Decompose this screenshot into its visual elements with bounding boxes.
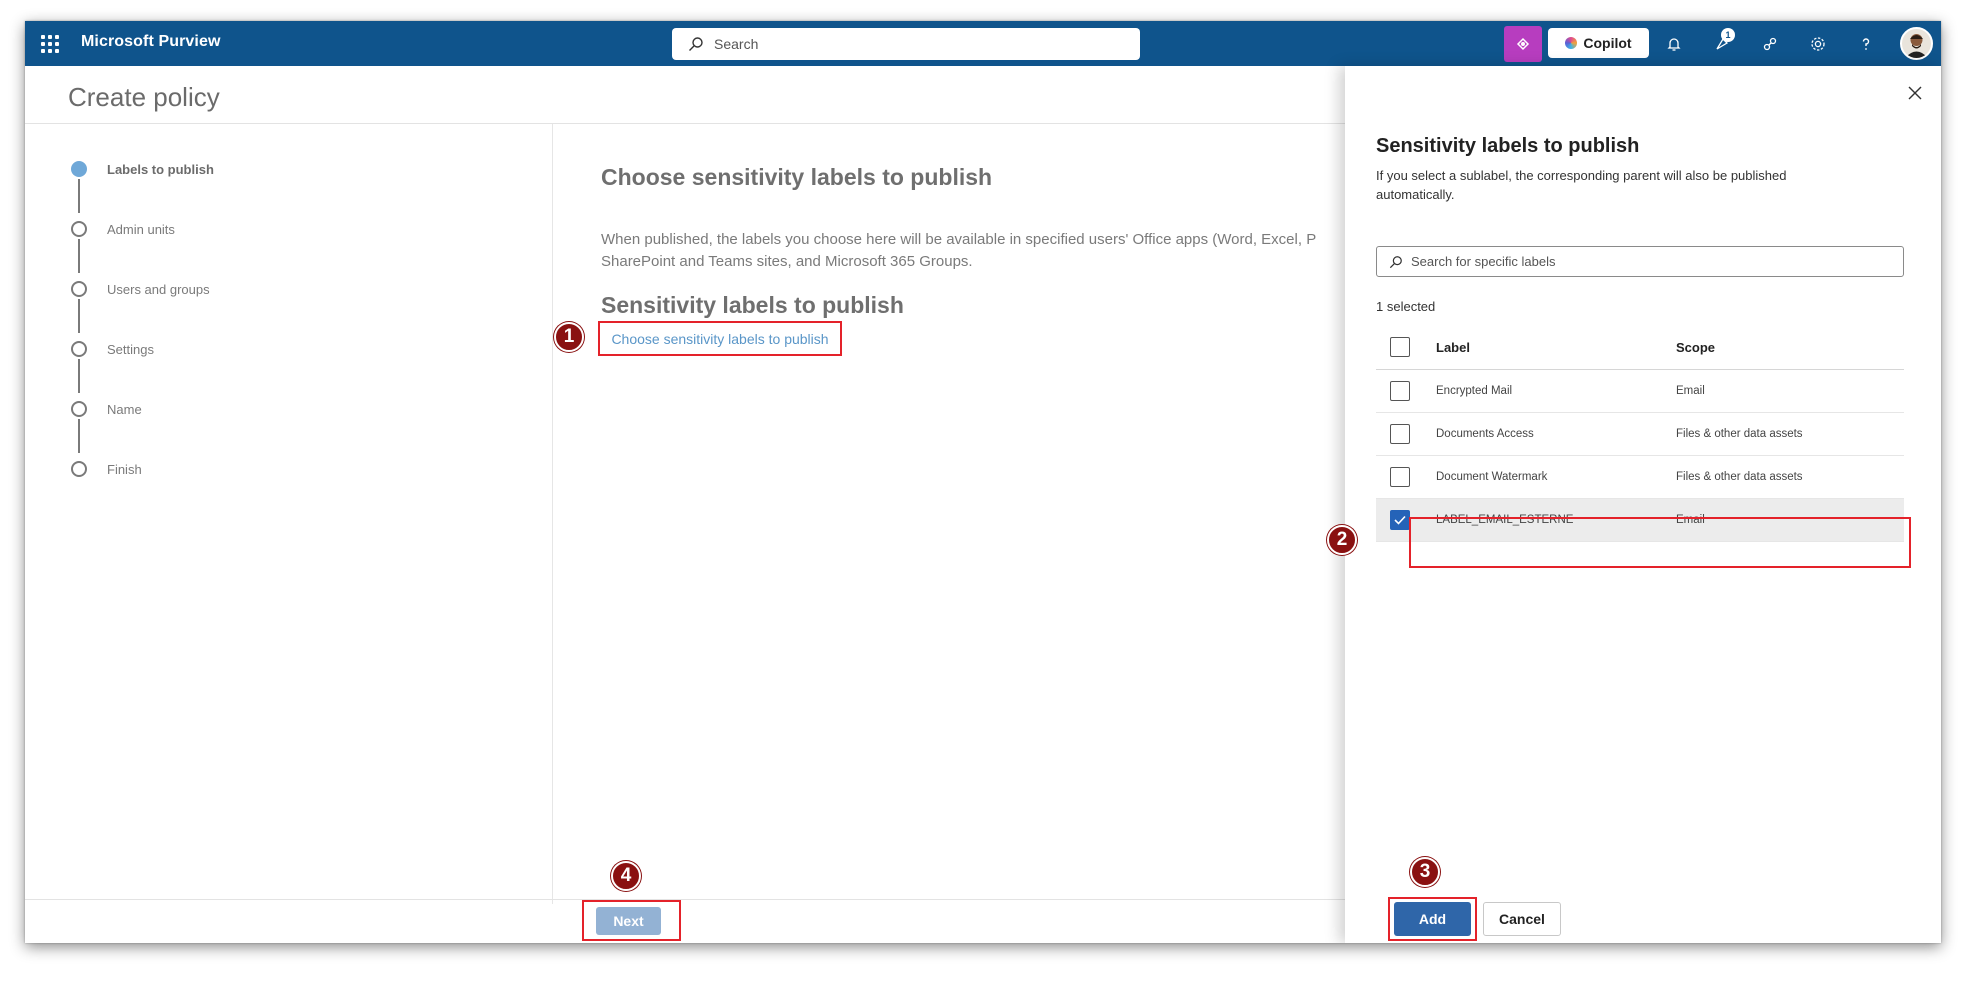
callout-marker-4: 4 [611, 861, 641, 891]
select-all-checkbox[interactable] [1390, 337, 1410, 357]
connections-icon[interactable] [1757, 31, 1783, 57]
add-button[interactable]: Add [1394, 902, 1471, 936]
top-bar: Microsoft Purview Search Copilot 1 [25, 21, 1941, 66]
table-row-selected[interactable]: LABEL_EMAIL_ESTERNE Email [1376, 499, 1904, 542]
app-window: Microsoft Purview Search Copilot 1 Creat… [25, 21, 1941, 943]
row-scope: Email [1676, 385, 1705, 397]
table-row[interactable]: Documents Access Files & other data asse… [1376, 413, 1904, 456]
step-dot-icon [71, 401, 87, 417]
row-label: Encrypted Mail [1436, 385, 1513, 397]
callout-marker-1: 1 [554, 322, 584, 352]
next-button[interactable]: Next [596, 907, 661, 935]
main-heading: Choose sensitivity labels to publish [601, 164, 993, 190]
section-heading: Sensitivity labels to publish [601, 292, 904, 318]
close-icon[interactable] [1903, 81, 1927, 105]
step-connector [78, 239, 80, 273]
cancel-button[interactable]: Cancel [1483, 902, 1561, 936]
step-connector [78, 179, 80, 213]
step-dot-icon [71, 221, 87, 237]
row-checkbox-checked[interactable] [1390, 510, 1410, 530]
step-connector [78, 359, 80, 393]
row-label: Document Watermark [1436, 471, 1548, 483]
panel-description: If you select a sublabel, the correspond… [1376, 168, 1787, 202]
global-search-input[interactable]: Search [672, 28, 1140, 60]
step-labels-to-publish[interactable]: Labels to publish [71, 161, 214, 177]
choose-labels-link[interactable]: Choose sensitivity labels to publish [598, 321, 842, 356]
step-dot-icon [71, 341, 87, 357]
search-icon [1389, 255, 1402, 268]
step-users-and-groups[interactable]: Users and groups [71, 281, 210, 297]
main-description: When published, the labels you choose he… [601, 231, 1316, 270]
label-search-placeholder: Search for specific labels [1411, 254, 1556, 269]
step-label: Finish [107, 461, 142, 477]
column-header-label[interactable]: Label [1436, 340, 1470, 355]
help-icon[interactable] [1853, 31, 1879, 57]
step-active-dot-icon [71, 161, 87, 177]
copilot-button[interactable]: Copilot [1548, 28, 1649, 58]
panel-title: Sensitivity labels to publish [1376, 135, 1640, 157]
search-placeholder: Search [714, 36, 759, 52]
step-label: Settings [107, 341, 154, 357]
row-label: Documents Access [1436, 428, 1534, 440]
row-scope: Files & other data assets [1676, 428, 1803, 440]
table-row[interactable]: Encrypted Mail Email [1376, 370, 1904, 413]
row-scope: Email [1676, 514, 1705, 526]
stepper-divider [552, 124, 553, 904]
step-label: Admin units [107, 221, 175, 237]
row-checkbox[interactable] [1390, 381, 1410, 401]
checkmark-icon [1394, 515, 1406, 525]
add-button-highlight: Add [1388, 897, 1477, 941]
next-button-highlight: Next [582, 900, 681, 941]
app-title[interactable]: Microsoft Purview [81, 33, 221, 51]
whats-new-icon[interactable]: 1 [1709, 28, 1735, 57]
step-settings[interactable]: Settings [71, 341, 154, 357]
label-search-input[interactable]: Search for specific labels [1376, 246, 1904, 277]
row-label: LABEL_EMAIL_ESTERNE [1436, 514, 1574, 526]
callout-marker-2: 2 [1327, 525, 1357, 555]
row-checkbox[interactable] [1390, 424, 1410, 444]
step-finish[interactable]: Finish [71, 461, 142, 477]
table-row[interactable]: Document Watermark Files & other data as… [1376, 456, 1904, 499]
step-dot-icon [71, 461, 87, 477]
row-checkbox[interactable] [1390, 467, 1410, 487]
column-header-scope[interactable]: Scope [1676, 340, 1715, 355]
table-header-row: Label Scope [1376, 325, 1904, 370]
callout-marker-3: 3 [1410, 857, 1440, 887]
step-label: Labels to publish [107, 161, 214, 177]
selected-count: 1 selected [1376, 299, 1436, 314]
notifications-bell-icon[interactable] [1661, 31, 1687, 57]
page-title: Create policy [68, 82, 220, 112]
search-icon [689, 37, 703, 51]
footer-divider [25, 899, 1345, 900]
labels-table: Label Scope Encrypted Mail Email Documen… [1376, 325, 1904, 542]
notification-badge: 1 [1721, 28, 1735, 42]
row-scope: Files & other data assets [1676, 471, 1803, 483]
settings-gear-icon[interactable] [1805, 31, 1831, 57]
app-launcher-icon[interactable] [39, 33, 59, 53]
user-avatar[interactable] [1900, 27, 1933, 60]
security-copilot-button[interactable] [1504, 26, 1542, 62]
copilot-shield-icon [1516, 37, 1530, 51]
step-admin-units[interactable]: Admin units [71, 221, 175, 237]
copilot-label: Copilot [1583, 35, 1632, 51]
step-connector [78, 299, 80, 333]
copilot-logo-icon [1565, 37, 1578, 49]
step-name[interactable]: Name [71, 401, 142, 417]
step-label: Users and groups [107, 281, 210, 297]
step-dot-icon [71, 281, 87, 297]
labels-flyout-panel: Sensitivity labels to publish If you sel… [1345, 66, 1941, 943]
step-label: Name [107, 401, 142, 417]
step-connector [78, 419, 80, 453]
